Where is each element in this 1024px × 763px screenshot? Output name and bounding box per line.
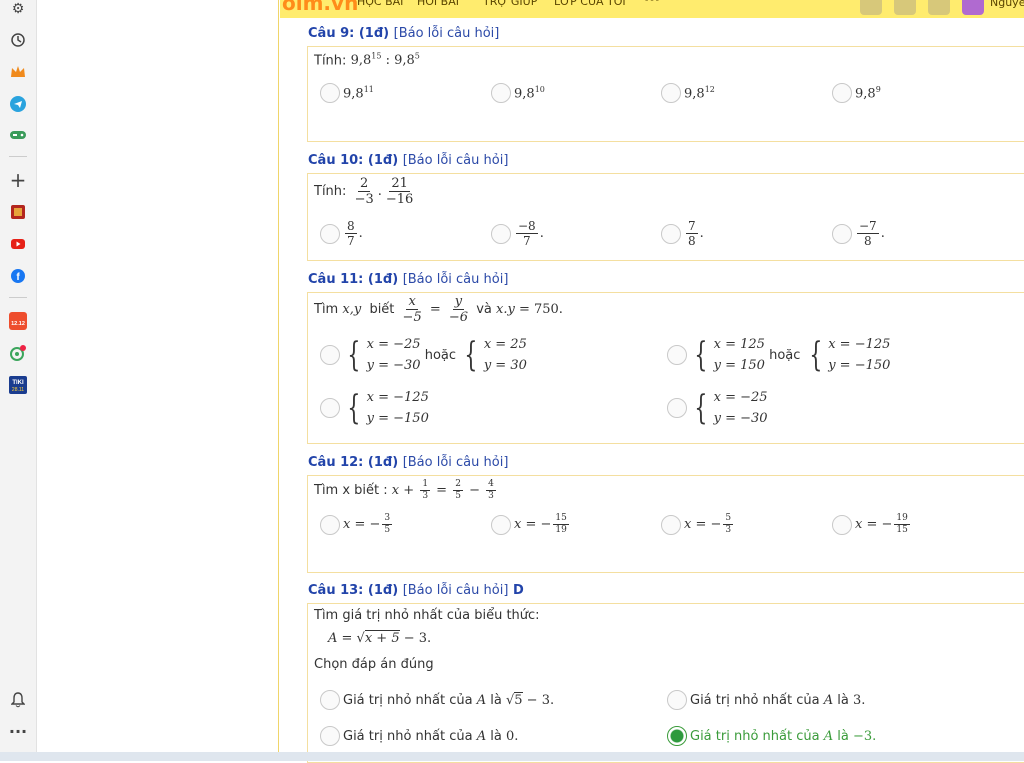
gamepad-icon[interactable] [9,126,27,144]
radio-button[interactable] [832,83,852,103]
book-app-icon[interactable] [9,203,27,221]
os-taskbar [0,752,1024,761]
quiz-page: Câu 9: (1đ) [Báo lỗi câu hỏi] Tính: 9,81… [37,0,1024,763]
question-11-box: Tìm x,y biết x −5 = y −6 và x.y = 750. {x … [307,292,1024,444]
answer-option[interactable]: −7 8. [832,220,885,247]
radio-button[interactable] [667,690,687,710]
radio-button[interactable] [320,690,340,710]
answer-option[interactable]: Giá trị nhỏ nhất của A là 0. [320,726,518,746]
more-icon[interactable]: ··· [9,722,27,741]
radio-button[interactable] [667,398,687,418]
question-9-prompt: Tính: 9,815 : 9,85 [314,52,420,69]
radio-button[interactable] [661,514,681,535]
answer-option[interactable]: {x = −125 y = −150 [320,390,429,426]
question-9-header: Câu 9: (1đ) [Báo lỗi câu hỏi] [308,26,500,41]
choose-label: Chọn đáp án đúng [314,657,434,672]
answer-option[interactable]: 9,89 [832,83,881,103]
answer-option[interactable]: −8 7. [491,220,544,247]
question-12-prompt: Tìm x biết : x + 13 = 25 − 43 [314,479,496,501]
question-10-prompt: Tính: 2 −3. 21 −16 [314,176,414,207]
radio-button[interactable] [320,223,340,244]
answer-option[interactable]: {x = 125 y = 150 hoặc {x = −125 y = −150 [667,337,890,373]
radio-button[interactable] [320,345,340,365]
gear-icon[interactable]: ⚙ [9,0,27,18]
answer-option[interactable]: x = − 35 [320,514,394,535]
question-13-header: Câu 13: (1đ) [Báo lỗi câu hỏi] D [308,583,524,598]
radio-button[interactable] [661,83,681,103]
report-link[interactable]: [Báo lỗi câu hỏi] [403,583,509,598]
answer-option[interactable]: Giá trị nhỏ nhất của A là √5 − 3. [320,690,554,710]
shopee-sale-icon[interactable]: 12.12 [9,312,27,330]
radio-button[interactable] [667,345,687,365]
tiki-icon[interactable]: TIKI 28.11 [9,376,27,394]
answer-mark: D [512,583,524,598]
answer-option[interactable]: x = − 15 19 [491,514,571,535]
report-link[interactable]: [Báo lỗi câu hỏi] [394,26,500,41]
plus-icon[interactable]: + [9,168,27,192]
radio-button[interactable] [832,223,852,244]
question-12-header: Câu 12: (1đ) [Báo lỗi câu hỏi] [308,455,509,470]
answer-option[interactable]: 9,810 [491,83,545,103]
answer-option[interactable]: x = − 53 [661,514,735,535]
radio-button[interactable] [320,514,340,535]
radio-button-checked[interactable] [667,726,687,746]
answer-option[interactable]: x = − 19 15 [832,514,912,535]
radio-button[interactable] [491,514,511,535]
answer-option[interactable]: 9,812 [661,83,715,103]
radio-button[interactable] [491,83,511,103]
answer-option[interactable]: {x = −25 y = −30 hoặc {x = 25 y = 30 [320,337,527,373]
question-13-box: Tìm giá trị nhỏ nhất của biểu thức: A = … [307,603,1024,763]
expression: A = √x + 5 − 3. [328,630,432,646]
report-link[interactable]: [Báo lỗi câu hỏi] [403,455,509,470]
radio-button[interactable] [320,398,340,418]
crown-icon[interactable] [9,63,27,81]
answer-option[interactable]: {x = −25 y = −30 [667,390,768,426]
youtube-icon[interactable] [9,235,27,253]
report-link[interactable]: [Báo lỗi câu hỏi] [403,153,509,168]
question-10-header: Câu 10: (1đ) [Báo lỗi câu hỏi] [308,153,509,168]
answer-option-selected[interactable]: Giá trị nhỏ nhất của A là −3. [667,726,876,746]
radio-button[interactable] [491,223,511,244]
chrome-dev-icon[interactable] [9,344,27,362]
question-12-box: Tìm x biết : x + 13 = 25 − 43 x = − 35 x… [307,475,1024,573]
radio-button[interactable] [661,223,681,244]
answer-option[interactable]: 78. [661,220,704,247]
svg-text:28.11: 28.11 [12,387,24,393]
question-10-box: Tính: 2 −3. 21 −16 87. −8 7. 78. −7 8. [307,173,1024,261]
question-13-prompt: Tìm giá trị nhỏ nhất của biểu thức: [314,608,540,623]
radio-button[interactable] [320,83,340,103]
answer-option[interactable]: 87. [320,220,363,247]
facebook-icon[interactable]: f [9,267,27,285]
answer-option[interactable]: Giá trị nhỏ nhất của A là 3. [667,690,865,710]
report-link[interactable]: [Báo lỗi câu hỏi] [403,272,509,287]
telegram-icon[interactable] [9,95,27,113]
bell-icon[interactable] [9,691,27,709]
question-11-prompt: Tìm x,y biết x −5 = y −6 và x.y = 750. [314,294,563,325]
svg-text:12.12: 12.12 [11,321,25,327]
answer-option[interactable]: 9,811 [320,83,374,103]
browser-sidebar: ⚙ + f 12.12 TIKI 28.11 ··· [0,0,37,752]
history-icon[interactable] [9,31,27,49]
question-9-box: Tính: 9,815 : 9,85 9,811 9,810 9,812 9,8… [307,46,1024,142]
radio-button[interactable] [832,514,852,535]
question-11-header: Câu 11: (1đ) [Báo lỗi câu hỏi] [308,272,509,287]
radio-button[interactable] [320,726,340,746]
svg-text:TIKI: TIKI [12,380,24,386]
left-pane [37,0,279,752]
